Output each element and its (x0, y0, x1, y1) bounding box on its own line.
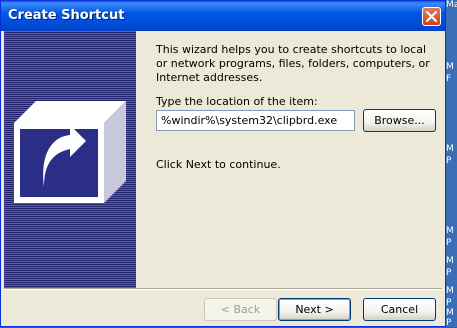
background-text: M (446, 144, 454, 154)
background-text: M (446, 226, 454, 236)
background-text: P (446, 156, 452, 166)
browse-button[interactable]: Browse... (363, 109, 436, 132)
wizard-content: This wizard helps you to create shortcut… (156, 43, 436, 85)
background-text: P (446, 298, 452, 308)
wizard-description: This wizard helps you to create shortcut… (156, 43, 430, 84)
background-text: M (446, 308, 454, 318)
background-text: F (446, 74, 452, 84)
next-button[interactable]: Next > (278, 298, 351, 321)
background-text: Management (446, 0, 457, 10)
wizard-side-panel (4, 31, 136, 288)
background-text: M (446, 286, 454, 296)
background-text: M (446, 256, 454, 266)
location-input[interactable] (156, 110, 355, 131)
title-bar[interactable]: Create Shortcut (1, 1, 445, 31)
close-icon (426, 11, 437, 22)
window-title: Create Shortcut (8, 8, 125, 23)
create-shortcut-dialog: Create Shortcut This wizard helps you to… (0, 0, 446, 327)
continue-hint: Click Next to continue. (156, 158, 281, 171)
shortcut-arrow-icon (14, 101, 126, 203)
desktop-background: Management M F M P M P M P M P M P (445, 0, 457, 328)
location-label: Type the location of the item: (156, 95, 318, 108)
back-button[interactable]: < Back (204, 298, 277, 321)
separator (4, 288, 442, 290)
background-text: M (446, 62, 454, 72)
background-text: P (446, 268, 452, 278)
close-button[interactable] (422, 7, 441, 26)
cancel-button[interactable]: Cancel (363, 298, 436, 321)
background-text: P (446, 238, 452, 248)
